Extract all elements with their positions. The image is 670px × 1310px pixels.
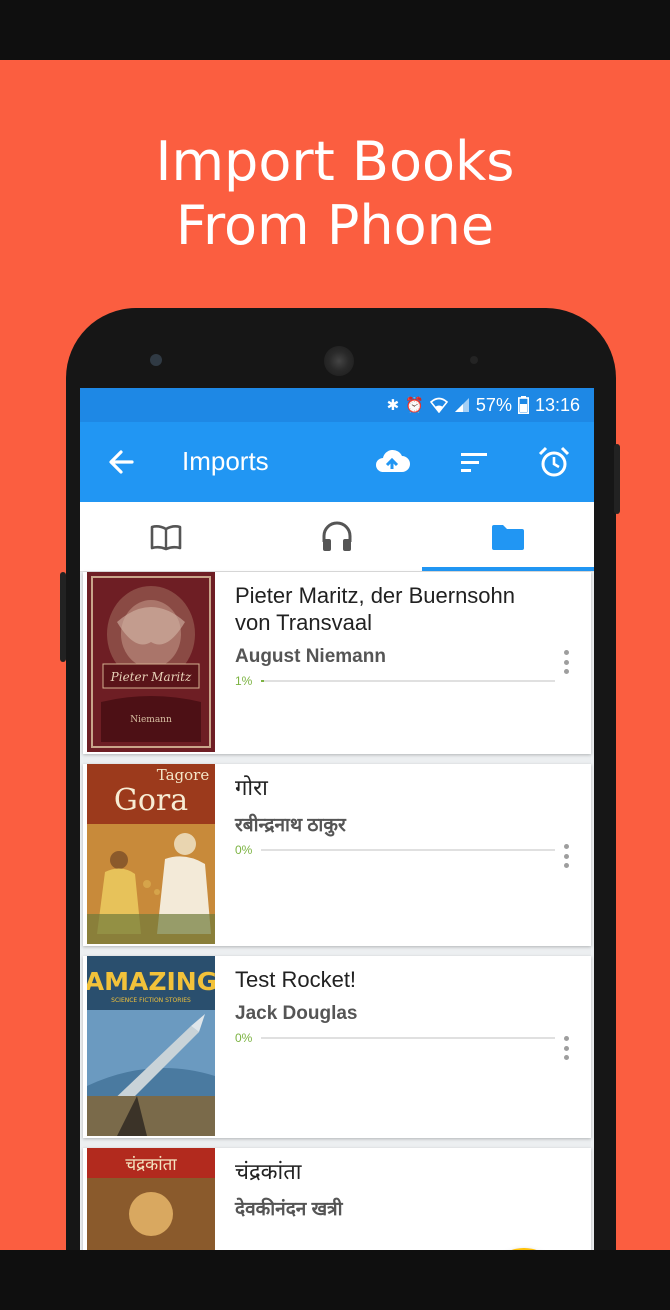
progress-track [261,680,555,682]
book-info: Pieter Maritz, der Buernsohn von Transva… [235,582,555,688]
progress-track [261,1037,555,1039]
battery-icon [517,396,529,414]
book-icon [150,525,181,551]
phone-frame: ✱ ⏰ 57% 13:16 Imports Pieter Maritz Niem… [60,308,620,1250]
book-title: Test Rocket! [235,967,357,992]
book-cover: चंद्रकांता [87,1148,215,1250]
alarm-clock-icon[interactable] [536,444,572,480]
cover-title-text: AMAZING [87,967,215,996]
front-camera-icon [150,354,162,366]
wifi-icon [429,397,448,413]
more-options-icon[interactable] [563,844,569,868]
list-item[interactable]: चंद्रकांता चंद्रकांता देवकीनंदन खत्री [83,1148,591,1250]
cover-author-text: Tagore [157,766,210,784]
tab-audiobooks[interactable] [251,502,422,572]
headphones-icon [322,521,351,551]
tab-imports[interactable] [422,502,593,572]
app-toolbar: Imports [80,422,594,502]
promo-background: Import Books From Phone ✱ ⏰ 57% 13:16 Im… [0,60,670,1250]
book-author: August Niemann [235,646,386,667]
signal-icon [454,398,469,412]
progress-percent: 0% [235,1031,253,1045]
power-button [614,444,620,514]
book-info: Test Rocket! Jack Douglas 0% [235,966,555,1045]
cover-subtitle-text: SCIENCE FICTION STORIES [111,997,191,1004]
tab-books[interactable] [80,502,251,572]
progress-track [261,849,555,851]
cover-title-text: Pieter Maritz [110,670,192,684]
tab-bar [80,502,594,572]
book-info: चंद्रकांता देवकीनंदन खत्री [235,1158,555,1221]
earpiece-speaker-icon [324,346,354,376]
arrow-left-icon[interactable] [106,444,136,480]
book-cover: Pieter Maritz Niemann [87,572,215,752]
folder-icon [491,525,524,550]
book-cover: Tagore Gora [87,764,215,944]
cover-title-text: Gora [114,783,188,818]
progress-row: 1% [235,674,555,688]
book-title: चंद्रकांता [235,1159,302,1184]
promo-headline: Import Books From Phone [0,130,670,258]
bottom-letterbox [0,1250,670,1310]
battery-percent: 57% [475,394,512,415]
proximity-sensor-icon [470,356,478,364]
more-options-icon[interactable] [563,650,569,674]
book-author: देवकीनंदन खत्री [235,1199,343,1220]
status-bar: ✱ ⏰ 57% 13:16 [80,388,594,422]
top-letterbox [0,0,670,60]
list-item[interactable]: Pieter Maritz Niemann Pieter Maritz, der… [83,572,591,754]
book-info: गोरा रबीन्द्रनाथ ठाकुर 0% [235,774,555,857]
book-title: गोरा [235,775,268,800]
progress-row: 0% [235,843,555,857]
progress-percent: 0% [235,843,253,857]
book-author: Jack Douglas [235,1003,358,1024]
promo-headline-line1: Import Books [155,130,515,193]
progress-fill [261,680,264,682]
list-item[interactable]: Tagore Gora गोरा रबीन्द्रनाथ ठाकुर 0% [83,764,591,946]
more-options-icon[interactable] [563,1036,569,1060]
alarm-icon: ⏰ [405,397,424,414]
phone-screen: ✱ ⏰ 57% 13:16 Imports Pieter Maritz Niem… [80,388,594,1250]
cloud-upload-icon[interactable] [374,444,410,480]
status-time: 13:16 [534,394,580,415]
bluetooth-icon: ✱ [386,397,400,414]
tab-indicator [422,567,594,571]
book-cover: AMAZING SCIENCE FICTION STORIES [87,956,215,1136]
book-title: Pieter Maritz, der Buernsohn von Transva… [235,583,516,635]
volume-button [60,572,66,662]
book-author: रबीन्द्रनाथ ठाकुर [235,815,346,836]
cover-title-text: चंद्रकांता [125,1155,177,1175]
cover-author-text: Niemann [130,715,172,725]
promo-headline-line2: From Phone [175,194,495,257]
progress-row: 0% [235,1031,555,1045]
progress-percent: 1% [235,674,253,688]
toolbar-title: Imports [182,446,269,476]
list-item[interactable]: AMAZING SCIENCE FICTION STORIES Test Roc… [83,956,591,1138]
sort-icon[interactable] [456,444,492,480]
